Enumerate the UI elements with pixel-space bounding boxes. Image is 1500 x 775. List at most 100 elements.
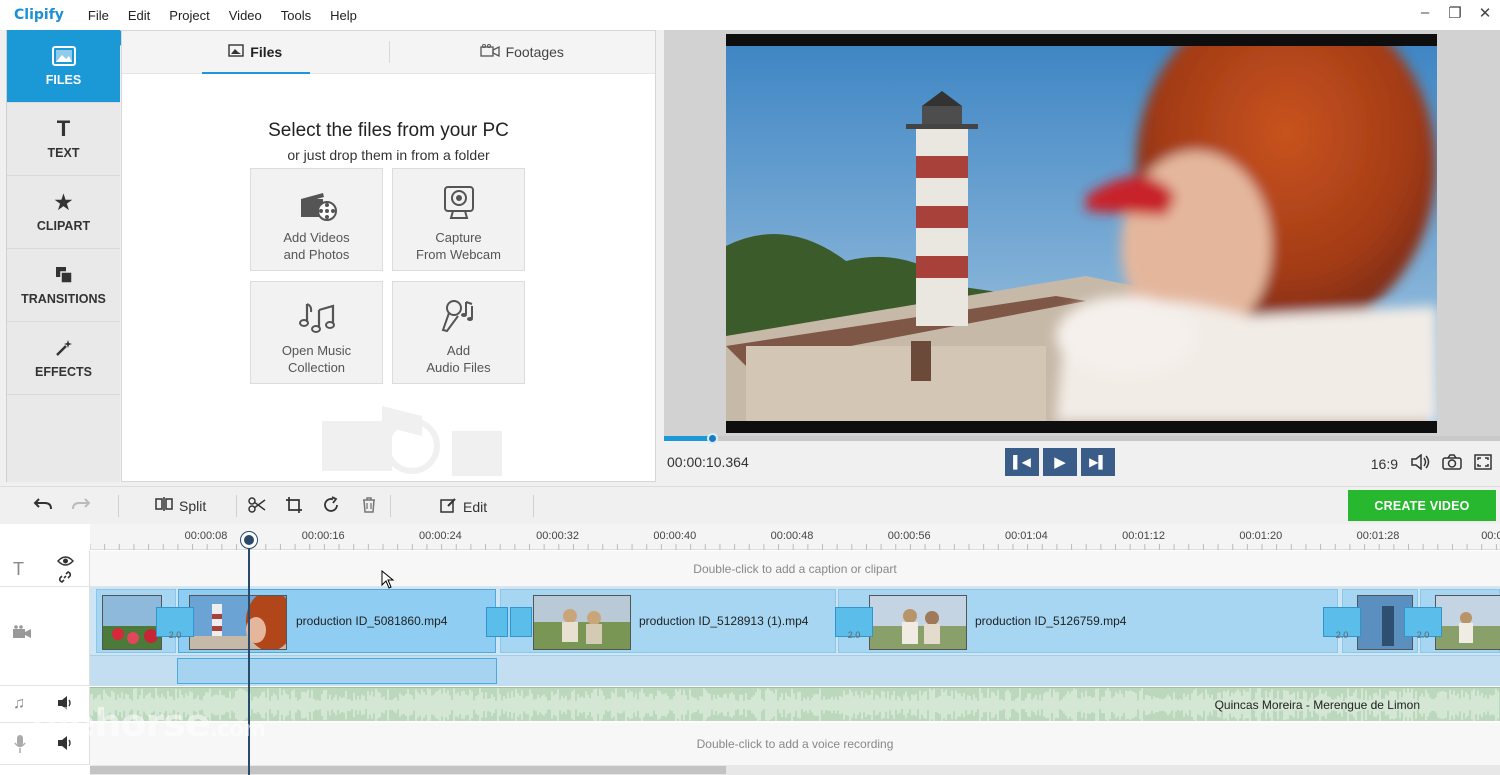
undo-icon[interactable] — [33, 496, 53, 512]
menu-help[interactable]: Help — [330, 8, 357, 23]
volume-icon[interactable] — [1410, 453, 1430, 473]
playback-progress-bar[interactable] — [664, 433, 1500, 444]
restore-icon[interactable]: ❐ — [1448, 4, 1462, 22]
minimize-icon[interactable]: – — [1418, 4, 1432, 22]
ruler-tick-label: 00:00:32 — [536, 530, 580, 542]
playhead-handle[interactable] — [241, 532, 257, 548]
watermark-suffix: .com — [209, 717, 266, 742]
edit-button[interactable]: Edit — [440, 497, 487, 516]
menu-video[interactable]: Video — [229, 8, 262, 23]
watermark-main: filehorse — [30, 701, 211, 745]
tile-line1: Capture — [435, 230, 482, 245]
split-label: Split — [179, 497, 207, 514]
menu-tools[interactable]: Tools — [281, 8, 311, 23]
ruler-tick-label: 00:00:24 — [418, 530, 462, 542]
nav-clipart[interactable]: ★ CLIPART — [7, 176, 120, 249]
clip-thumbnail — [869, 595, 967, 650]
ruler-tick-label: 00:01:28 — [1356, 530, 1400, 542]
scissors-icon[interactable] — [248, 496, 266, 514]
fullscreen-icon[interactable] — [1474, 454, 1492, 473]
video-clip[interactable]: production ID_5128913 (1).mp4 — [500, 589, 836, 653]
aspect-ratio[interactable]: 16:9 — [1371, 456, 1398, 472]
menu-edit[interactable]: Edit — [128, 8, 150, 23]
app-logo: Clipify — [14, 7, 64, 23]
nav-label: FILES — [45, 73, 82, 87]
delete-icon[interactable] — [361, 496, 377, 514]
create-video-button[interactable]: CREATE VIDEO — [1348, 490, 1496, 521]
redo-icon[interactable] — [71, 496, 91, 512]
mouse-cursor-icon — [381, 570, 395, 589]
timeline-scrollbar[interactable] — [90, 765, 1500, 775]
music-notes-icon — [298, 303, 335, 333]
transition-marker[interactable] — [486, 607, 508, 637]
tab-divider — [389, 41, 390, 63]
snapshot-camera-icon[interactable] — [1442, 454, 1462, 473]
tab-active-indicator — [202, 72, 310, 74]
skip-back-button[interactable]: ▌◀ — [1005, 448, 1039, 476]
tile-line1: Add — [446, 343, 471, 358]
magic-wand-icon — [54, 337, 74, 359]
video-clip-selected[interactable]: production ID_5081860.mp4 — [178, 589, 496, 653]
music-track[interactable]: Quincas Moreira - Merengue de Limon — [90, 687, 1500, 721]
clip-thumbnail — [189, 595, 287, 650]
skip-forward-button[interactable]: ▶▌ — [1081, 448, 1115, 476]
clip-name: production ID_5126759.mp4 — [975, 614, 1127, 628]
film-reel-icon — [300, 193, 337, 221]
toolbar-divider — [236, 495, 237, 517]
tile-line2: Collection — [287, 360, 346, 375]
drop-subtitle: or just drop them in from a folder — [287, 147, 490, 163]
rotate-icon[interactable] — [322, 496, 340, 514]
webcam-icon — [443, 186, 474, 219]
tile-line2: Audio Files — [426, 360, 491, 375]
capture-webcam-tile[interactable]: Capture From Webcam — [392, 168, 525, 271]
menu-bar: Clipify File Edit Project Video Tools He… — [0, 0, 1500, 30]
ruler-tick-label: 00:00:56 — [887, 530, 931, 542]
video-camera-track-icon — [12, 625, 32, 644]
voice-track[interactable]: Double-click to add a voice recording — [90, 723, 1500, 765]
caption-track[interactable]: Double-click to add a caption or clipart — [90, 551, 1500, 587]
scrollbar-thumb[interactable] — [90, 766, 726, 774]
tile-line1: Add Videos — [283, 230, 350, 245]
nav-label: CLIPART — [36, 219, 91, 233]
image-icon — [51, 45, 77, 67]
video-track-header — [0, 587, 90, 686]
clip-thumbnail — [1435, 595, 1500, 650]
edit-toolbar: Split Edit CREATE VIDEO — [0, 486, 1500, 524]
text-icon: T — [56, 116, 71, 141]
tab-files[interactable]: Files — [122, 31, 389, 73]
time-ruler[interactable]: 00:00:08 00:00:16 00:00:24 00:00:32 00:00:40… — [90, 524, 1500, 550]
menu-project[interactable]: Project — [169, 8, 209, 23]
play-button[interactable]: ▶ — [1043, 448, 1077, 476]
progress-fill — [664, 436, 712, 441]
ruler-tick-label: 00:01:12 — [1122, 530, 1166, 542]
tab-footages[interactable]: Footages — [389, 31, 656, 73]
video-clip[interactable]: production ID_5126759.mp4 — [838, 589, 1338, 653]
nav-effects[interactable]: EFFECTS — [7, 322, 120, 395]
crop-icon[interactable] — [285, 496, 303, 514]
open-music-tile[interactable]: Open Music Collection — [250, 281, 383, 384]
microphone-track-icon — [13, 734, 27, 759]
video-canvas[interactable] — [726, 34, 1437, 433]
transition-duration: 2.0 — [1335, 630, 1349, 640]
nav-text[interactable]: T TEXT — [7, 103, 120, 176]
side-nav: FILES T TEXT ★ CLIPART TRANSITIONS EFFEC… — [6, 30, 120, 482]
add-audio-tile[interactable]: Add Audio Files — [392, 281, 525, 384]
add-videos-tile[interactable]: Add Videos and Photos — [250, 168, 383, 271]
nav-transitions[interactable]: TRANSITIONS — [7, 249, 120, 322]
nav-files[interactable]: FILES — [7, 30, 120, 103]
video-effects-track[interactable] — [90, 655, 1500, 686]
drop-title: Select the files from your PC — [268, 120, 509, 141]
player-right-controls: 16:9 — [1371, 453, 1492, 473]
transitions-icon — [55, 264, 73, 286]
selected-clip-range[interactable] — [177, 658, 497, 684]
edit-label: Edit — [463, 498, 488, 515]
clip-name: production ID_5128913 (1).mp4 — [639, 614, 809, 628]
progress-knob[interactable] — [706, 433, 718, 444]
tile-line2: From Webcam — [416, 247, 501, 262]
nav-label: TEXT — [47, 146, 80, 160]
close-icon[interactable]: ✕ — [1478, 4, 1492, 22]
video-track[interactable]: production ID_5081860.mp4 production ID_… — [90, 587, 1500, 655]
transition-marker[interactable] — [510, 607, 532, 637]
split-button[interactable]: Split — [155, 497, 206, 514]
menu-file[interactable]: File — [88, 8, 109, 23]
